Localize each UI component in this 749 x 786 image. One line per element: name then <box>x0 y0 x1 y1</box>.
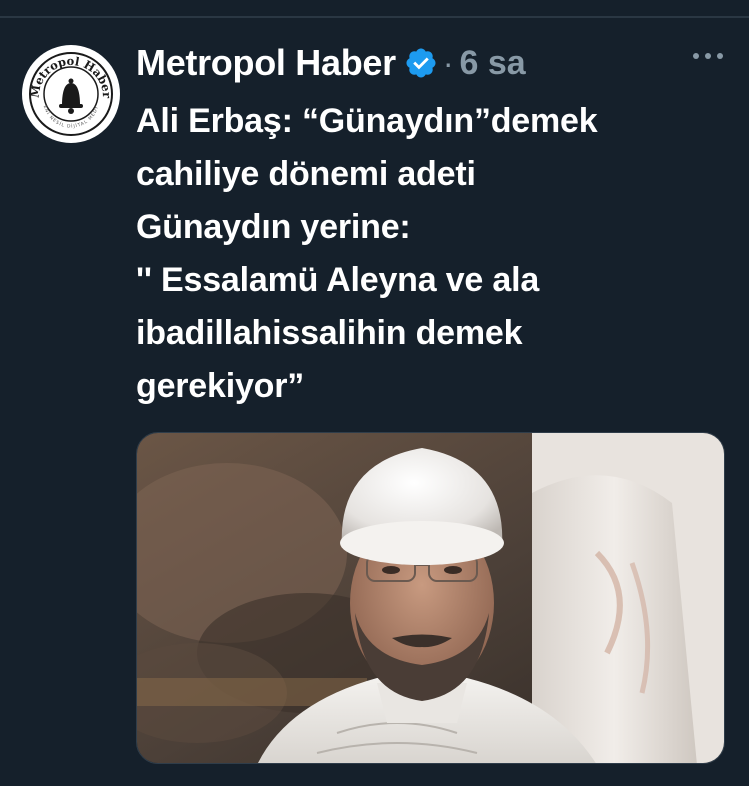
tweet-photo[interactable] <box>136 432 725 764</box>
portrait-photo <box>137 433 724 763</box>
divider <box>0 16 749 18</box>
metropol-haber-logo-icon: Metropol Haber YENİ NESİL DİJİTAL MEDYA <box>22 45 118 141</box>
more-dot <box>717 53 723 59</box>
tweet-header: Metropol Haber · 6 sa <box>136 38 526 88</box>
more-dot <box>705 53 711 59</box>
timestamp[interactable]: 6 sa <box>459 44 525 83</box>
more-dot <box>693 53 699 59</box>
more-horizontal-icon[interactable] <box>693 46 723 66</box>
tweet-text: Ali Erbaş: “Günaydın”demek cahiliye döne… <box>136 102 598 405</box>
avatar[interactable]: Metropol Haber YENİ NESİL DİJİTAL MEDYA <box>22 45 120 143</box>
tweet-card[interactable]: Metropol Haber YENİ NESİL DİJİTAL MEDYA … <box>0 0 749 786</box>
separator-dot: · <box>442 44 454 81</box>
display-name[interactable]: Metropol Haber <box>136 42 396 84</box>
verified-badge-icon <box>404 46 438 80</box>
